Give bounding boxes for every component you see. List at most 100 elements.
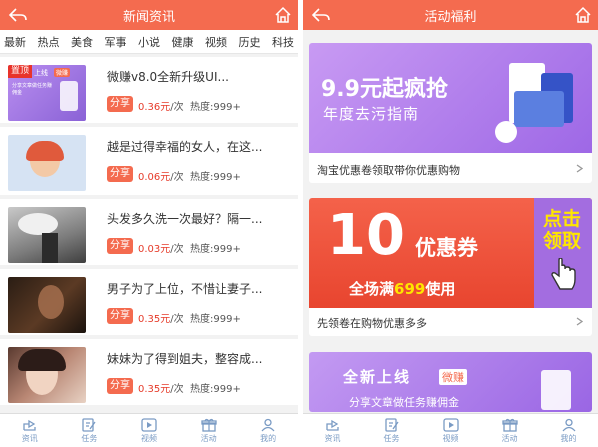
reward-amount: 0.36元 (138, 102, 171, 113)
activity-screen: 活动福利 9.9元起疯抢 年度去污指南 淘宝优惠卷领取带你优惠购物 10 优惠券… (303, 0, 598, 447)
news-thumbnail (8, 277, 86, 333)
news-item[interactable]: 置顶 上线 微赚 分享文章做任务赚佣金 微赚v8.0全新升级UI... 分享 0… (0, 57, 298, 123)
promo-card-coupon[interactable]: 10 优惠券 全场满699使用 点击领取 先领卷在购物优惠多多 (309, 198, 592, 336)
category-tab[interactable]: 健康 (172, 34, 194, 50)
tab-video[interactable]: 视频 (421, 414, 480, 447)
news-item[interactable]: 妹妹为了得到姐夫，整容成... 分享 0.35元/次 热度:999+ (0, 339, 298, 405)
header-bar: 新闻资讯 (0, 0, 298, 30)
news-item[interactable]: 男子为了上位，不惜让妻子... 分享 0.35元/次 热度:999+ (0, 269, 298, 335)
news-reward: 0.36元/次 (138, 98, 184, 113)
tab-label: 活动 (501, 433, 518, 443)
tab-news[interactable]: 资讯 (303, 414, 362, 447)
category-tab[interactable]: 科技 (272, 34, 294, 50)
news-reward: 0.03元/次 (138, 240, 184, 255)
reward-unit: /次 (170, 102, 184, 113)
reward-amount: 0.06元 (138, 172, 171, 183)
tab-profile[interactable]: 我的 (238, 414, 298, 447)
back-icon[interactable] (311, 7, 331, 23)
heat-count: 热度:999+ (190, 172, 241, 183)
gift-icon (200, 418, 217, 432)
gift-icon (501, 418, 518, 432)
tab-label: 资讯 (324, 433, 341, 443)
category-tab[interactable]: 最新 (4, 34, 26, 50)
news-title: 男子为了上位，不惜让妻子... (107, 282, 263, 296)
user-icon (261, 418, 275, 431)
promo-banner: 全新上线 微赚 分享文章做任务赚佣金 (309, 352, 592, 412)
news-title: 微赚v8.0全新升级UI... (107, 70, 229, 84)
news-title: 妹妹为了得到姐夫，整容成... (107, 352, 263, 366)
back-icon[interactable] (8, 7, 28, 23)
home-icon[interactable] (574, 6, 592, 24)
category-tab[interactable]: 美食 (71, 34, 93, 50)
hair-graphic (42, 233, 58, 263)
tab-label: 视频 (140, 433, 157, 443)
hair-graphic (26, 141, 64, 161)
news-thumbnail: 置顶 上线 微赚 分享文章做任务赚佣金 (8, 65, 86, 121)
tab-label: 任务 (383, 433, 400, 443)
share-button[interactable]: 分享 (107, 308, 133, 324)
tab-label: 活动 (200, 433, 217, 443)
user-icon (562, 418, 575, 431)
promo-badge: 微赚 (439, 369, 467, 385)
hair-graphic (18, 349, 66, 371)
tab-news[interactable]: 资讯 (0, 414, 60, 447)
reward-unit: /次 (170, 314, 184, 325)
reward-amount: 0.35元 (138, 314, 171, 325)
phone-graphic (541, 370, 571, 410)
promo-headline: 全新上线 (343, 368, 412, 386)
header-bar: 活动福利 (303, 0, 598, 30)
cotton-graphic (495, 121, 517, 143)
share-button[interactable]: 分享 (107, 96, 133, 112)
coupon-label: 优惠券 (415, 236, 478, 260)
tab-profile[interactable]: 我的 (539, 414, 598, 447)
home-icon[interactable] (274, 6, 292, 24)
news-item[interactable]: 头发多久洗一次最好？隔一... 分享 0.03元/次 热度:999+ (0, 199, 298, 265)
condition-number: 699 (394, 280, 426, 298)
promo-caption: 淘宝优惠卷领取带你优惠购物 (317, 164, 460, 177)
news-title: 头发多久洗一次最好？隔一... (107, 212, 263, 226)
tab-video[interactable]: 视频 (119, 414, 179, 447)
category-tab[interactable]: 小说 (138, 34, 160, 50)
reward-amount: 0.03元 (138, 244, 171, 255)
tab-tasks[interactable]: 任务 (362, 414, 421, 447)
reward-amount: 0.35元 (138, 384, 171, 395)
news-item[interactable]: 越是过得幸福的女人，在这... 分享 0.06元/次 热度:999+ (0, 127, 298, 195)
page-title: 活动福利 (424, 9, 477, 25)
task-edit-icon (82, 417, 96, 432)
tab-label: 我的 (560, 433, 577, 443)
news-reward: 0.35元/次 (138, 380, 184, 395)
share-button[interactable]: 分享 (107, 378, 133, 394)
thumb-text: 上线 (34, 69, 48, 77)
bottom-tab-bar: 资讯 任务 视频 活动 我的 (0, 413, 298, 447)
heat-count: 热度:999+ (190, 244, 241, 255)
promo-caption: 先领卷在购物优惠多多 (317, 317, 427, 330)
phone-graphic (60, 81, 78, 111)
category-tab[interactable]: 历史 (239, 34, 261, 50)
share-button[interactable]: 分享 (107, 166, 133, 182)
heat-count: 热度:999+ (190, 384, 241, 395)
claim-label: 点击领取 (543, 208, 582, 252)
page-title: 新闻资讯 (122, 9, 175, 25)
reward-unit: /次 (170, 244, 184, 255)
reward-unit: /次 (170, 172, 184, 183)
share-arrow-icon (325, 419, 339, 431)
tab-activity[interactable]: 活动 (480, 414, 539, 447)
pointer-hand-icon (551, 258, 576, 290)
tab-activity[interactable]: 活动 (179, 414, 239, 447)
play-icon (442, 417, 459, 432)
bottom-tab-bar: 资讯 任务 视频 活动 我的 (303, 413, 598, 447)
category-tab[interactable]: 热点 (38, 34, 60, 50)
share-button[interactable]: 分享 (107, 238, 133, 254)
tab-label: 资讯 (21, 433, 38, 443)
claim-panel[interactable]: 点击领取 (534, 198, 592, 308)
tab-label: 我的 (260, 433, 277, 443)
promo-card-taobao[interactable]: 9.9元起疯抢 年度去污指南 淘宝优惠卷领取带你优惠购物 (309, 43, 592, 183)
category-tab[interactable]: 视频 (205, 34, 227, 50)
category-tab[interactable]: 军事 (105, 34, 127, 50)
news-reward: 0.35元/次 (138, 310, 184, 325)
tab-tasks[interactable]: 任务 (60, 414, 120, 447)
promo-card-launch[interactable]: 全新上线 微赚 分享文章做任务赚佣金 (309, 352, 592, 412)
coupon-condition: 全场满699使用 (349, 278, 455, 299)
foam-graphic (18, 213, 58, 235)
coupon-amount: 10 (327, 203, 405, 268)
